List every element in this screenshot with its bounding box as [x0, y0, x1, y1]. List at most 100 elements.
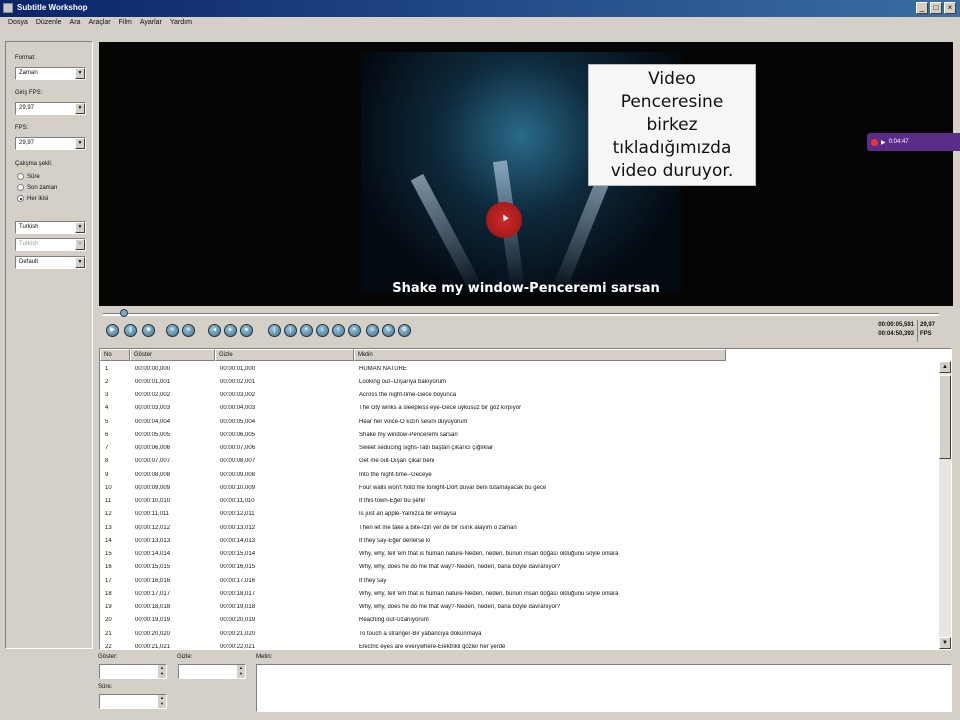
scroll-down-icon[interactable]: ▼ [939, 637, 951, 649]
duration-input[interactable]: ▲ ▼ [99, 694, 167, 709]
previous-subtitle-icon[interactable]: ◂ [208, 324, 221, 337]
cell-hide: 00:00:02,001 [220, 378, 256, 385]
table-row[interactable]: 17 00:00:16,016 00:00:17,016 If they say [100, 574, 726, 587]
loop-icon[interactable]: ↻ [382, 324, 395, 337]
table-row[interactable]: 9 00:00:08,008 00:00:09,008 Into the night-… [100, 468, 726, 481]
table-row[interactable]: 8 00:00:07,007 00:00:08,007 Get me out-Dışa… [100, 455, 726, 468]
cell-text: Why, why, does he do me that way?-Neden,… [359, 604, 561, 611]
mode-radio-both[interactable]: Her ikisi [17, 195, 48, 202]
recorder-overlay[interactable]: ▶ 0:04:47 [867, 133, 960, 151]
cell-text: Four walls won't hold me tonight-Dört du… [359, 484, 547, 491]
language-select[interactable]: Turkish ▼ [15, 221, 86, 234]
table-row[interactable]: 14 00:00:13,013 00:00:14,013 If they say-Eğ… [100, 534, 726, 547]
cell-text: Looking out--Dışarıya bakıyorum [359, 378, 447, 385]
cell-no: 9 [105, 471, 109, 478]
table-row[interactable]: 19 00:00:18,018 00:00:19,018 Why, why, does… [100, 601, 726, 614]
table-row[interactable]: 16 00:00:15,015 00:00:16,015 Why, why, does… [100, 561, 726, 574]
play-icon[interactable]: ▶ [106, 324, 119, 337]
close-button[interactable]: × [944, 2, 956, 14]
cell-no: 15 [105, 551, 112, 558]
table-row[interactable]: 4 00:00:03,003 00:00:04,003 The city winks … [100, 402, 726, 415]
table-row[interactable]: 12 00:00:11,011 00:00:12,011 Is just an app… [100, 508, 726, 521]
video-panel[interactable]: Shake my window-Penceremi sarsan [99, 42, 953, 306]
spinner-icon[interactable]: ▲ ▼ [237, 665, 245, 678]
charset-select[interactable]: Default ▼ [15, 256, 86, 269]
table-row[interactable]: 22 00:00:21,021 00:00:22,021 Electric eyes … [100, 640, 726, 649]
menu-help[interactable]: Yardım [166, 17, 196, 31]
menu-search[interactable]: Ara [66, 17, 85, 31]
column-text[interactable]: Metin [354, 349, 726, 361]
table-row[interactable]: 2 00:00:01,001 00:00:02,001 Looking out--Dı… [100, 375, 726, 388]
chevron-down-icon: ▼ [75, 103, 85, 114]
cell-text: Hear her voice-O kızın sesini duyuyorum [359, 418, 468, 425]
chevron-down-icon: ▼ [75, 257, 85, 268]
volume-icon[interactable]: ♪ [366, 324, 379, 337]
cell-hide: 00:00:18,017 [220, 590, 256, 597]
pause-icon[interactable]: ∥ [124, 324, 137, 337]
column-show[interactable]: Göster [130, 349, 215, 361]
spinner-icon[interactable]: ▲ ▼ [158, 665, 166, 678]
scroll-thumb[interactable] [939, 375, 951, 459]
table-row[interactable]: 13 00:00:12,012 00:00:13,012 Then let me ta… [100, 521, 726, 534]
table-row[interactable]: 15 00:00:14,014 00:00:15,014 Why, why, tell… [100, 548, 726, 561]
sync-icon[interactable]: ≈ [348, 324, 361, 337]
hide-time-input[interactable]: ▲ ▼ [178, 664, 246, 679]
chevron-down-icon: ▼ [75, 68, 85, 79]
format-select[interactable]: Zaman ▼ [15, 67, 86, 80]
input-fps-select[interactable]: 29,97 ▼ [15, 102, 86, 115]
subtitle-list[interactable]: No Göster Gizle Metin 1 00:00:00,000 00:00… [99, 348, 952, 650]
settings-panel: Format: Zaman ▼ Giriş FPS: 29,97 ▼ FPS: … [5, 41, 93, 649]
settings-icon[interactable]: ⚙ [398, 324, 411, 337]
maximize-button[interactable]: □ [930, 2, 942, 14]
spinner-icon[interactable]: ▲ ▼ [158, 695, 166, 708]
menu-settings[interactable]: Ayarlar [136, 17, 166, 31]
table-row[interactable]: 5 00:00:04,004 00:00:05,004 Hear her voice-… [100, 415, 726, 428]
table-row[interactable]: 6 00:00:05,005 00:00:06,005 Shake my window… [100, 428, 726, 441]
table-row[interactable]: 11 00:00:10,010 00:00:11,010 If this town-E… [100, 495, 726, 508]
table-row[interactable]: 3 00:00:02,002 00:00:03,002 Across the nigh… [100, 389, 726, 402]
subtitle-text-input[interactable] [256, 664, 952, 712]
forward-icon[interactable]: » [182, 324, 195, 337]
table-scrollbar[interactable]: ▲ ▼ [939, 361, 951, 649]
seek-thumb[interactable] [120, 309, 128, 317]
add-subtitle-icon[interactable]: + [300, 324, 313, 337]
column-no[interactable]: No [100, 349, 130, 361]
cell-hide: 00:00:19,018 [220, 604, 256, 611]
rewind-icon[interactable]: « [166, 324, 179, 337]
fps-select[interactable]: 29,97 ▼ [15, 137, 86, 150]
cell-text: HUMAN NATURE [359, 365, 407, 372]
table-row[interactable]: 20 00:00:19,019 00:00:20,019 Reaching out-U… [100, 614, 726, 627]
step-icon[interactable]: ● [240, 324, 253, 337]
show-time-input[interactable]: ▲ ▼ [99, 664, 167, 679]
menu-tools[interactable]: Araçlar [84, 17, 114, 31]
table-row[interactable]: 21 00:00:20,020 00:00:21,020 To touch a str… [100, 627, 726, 640]
radio-icon [17, 184, 24, 191]
table-row[interactable]: 1 00:00:00,000 00:00:01,000 HUMAN NATURE [100, 362, 726, 375]
set-hide-icon[interactable]: ] [284, 324, 297, 337]
stop-icon[interactable]: ■ [142, 324, 155, 337]
end-subtitle-icon[interactable]: ↑ [332, 324, 345, 337]
minimize-button[interactable]: _ [916, 2, 928, 14]
cell-hide: 00:00:05,004 [220, 418, 256, 425]
hide-label: Gizle: [177, 654, 193, 660]
translation-language-select[interactable]: Turkish ▼ [15, 238, 86, 251]
table-row[interactable]: 10 00:00:09,009 00:00:10,009 Four walls won… [100, 481, 726, 494]
radio-icon [17, 173, 24, 180]
mode-radio-duration[interactable]: Süre [17, 173, 40, 180]
next-subtitle-icon[interactable]: ▸ [224, 324, 237, 337]
table-row[interactable]: 7 00:00:06,006 00:00:07,006 Sweet seducing … [100, 442, 726, 455]
start-subtitle-icon[interactable]: ↓ [316, 324, 329, 337]
set-show-icon[interactable]: [ [268, 324, 281, 337]
seek-bar[interactable] [103, 313, 939, 316]
menu-movie[interactable]: Film [115, 17, 136, 31]
scroll-up-icon[interactable]: ▲ [939, 361, 951, 373]
tutorial-callout: Video Penceresine birkez tıkladığımızda … [588, 64, 756, 186]
column-hide[interactable]: Gizle [215, 349, 354, 361]
cell-text: Shake my window-Penceremi sarsan [359, 431, 458, 438]
cell-show: 00:00:11,011 [135, 511, 170, 518]
table-row[interactable]: 18 00:00:17,017 00:00:18,017 Why, why, tell… [100, 587, 726, 600]
duration-label: Süre: [98, 684, 113, 690]
menu-edit[interactable]: Düzenle [32, 17, 66, 31]
menu-file[interactable]: Dosya [4, 17, 32, 31]
mode-radio-end-time[interactable]: Son zaman [17, 184, 57, 191]
